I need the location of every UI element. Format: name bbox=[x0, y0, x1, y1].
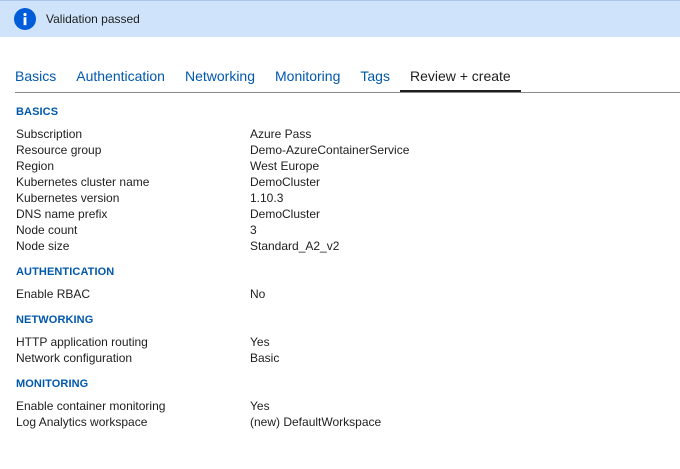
summary-row: Enable RBAC No bbox=[16, 286, 656, 302]
section-title-basics: BASICS bbox=[16, 106, 59, 118]
summary-row: Log Analytics workspace (new) DefaultWor… bbox=[16, 414, 656, 430]
summary-row: Kubernetes version 1.10.3 bbox=[16, 190, 656, 206]
section-title-authentication: AUTHENTICATION bbox=[16, 266, 115, 278]
tab-tags[interactable]: Tags bbox=[350, 64, 400, 92]
row-value: 1.10.3 bbox=[250, 191, 284, 205]
row-label: Node size bbox=[16, 239, 70, 253]
summary-row: Node count 3 bbox=[16, 222, 656, 238]
row-value: (new) DefaultWorkspace bbox=[250, 415, 382, 429]
summary-row: Region West Europe bbox=[16, 158, 656, 174]
section-title-networking: NETWORKING bbox=[16, 314, 94, 326]
row-label: DNS name prefix bbox=[16, 207, 108, 221]
tab-authentication[interactable]: Authentication bbox=[66, 64, 175, 92]
row-label: Kubernetes version bbox=[16, 191, 120, 205]
summary-row: Kubernetes cluster name DemoCluster bbox=[16, 174, 656, 190]
row-label: Node count bbox=[16, 223, 78, 237]
summary-row: Resource group Demo-AzureContainerServic… bbox=[16, 142, 656, 158]
tab-review-create[interactable]: Review + create bbox=[399, 64, 521, 92]
row-label: Kubernetes cluster name bbox=[16, 175, 150, 189]
banner-message: Validation passed bbox=[46, 12, 140, 26]
row-label: HTTP application routing bbox=[16, 335, 148, 349]
row-value: DemoCluster bbox=[250, 175, 321, 189]
info-icon bbox=[14, 8, 36, 30]
row-value: DemoCluster bbox=[250, 207, 321, 221]
summary-row: Enable container monitoring Yes bbox=[16, 398, 656, 414]
section-title-monitoring: MONITORING bbox=[16, 378, 89, 390]
summary-row: Subscription Azure Pass bbox=[16, 126, 656, 142]
row-label: Subscription bbox=[16, 127, 83, 141]
tab-bar: Basics Authentication Networking Monitor… bbox=[15, 64, 680, 93]
row-value: Basic bbox=[250, 351, 280, 365]
tab-monitoring[interactable]: Monitoring bbox=[265, 64, 350, 92]
row-value: Yes bbox=[250, 399, 270, 413]
row-label: Resource group bbox=[16, 143, 102, 157]
row-value: West Europe bbox=[250, 159, 320, 173]
row-value: Azure Pass bbox=[250, 127, 312, 141]
row-label: Region bbox=[16, 159, 55, 173]
row-value: 3 bbox=[250, 223, 257, 237]
tab-basics[interactable]: Basics bbox=[5, 64, 66, 92]
tab-networking[interactable]: Networking bbox=[175, 64, 265, 92]
row-value: No bbox=[250, 287, 266, 301]
summary-row: Node size Standard_A2_v2 bbox=[16, 238, 656, 254]
row-label: Log Analytics workspace bbox=[16, 415, 148, 429]
summary-row: HTTP application routing Yes bbox=[16, 334, 656, 350]
summary-row: DNS name prefix DemoCluster bbox=[16, 206, 656, 222]
row-label: Enable container monitoring bbox=[16, 399, 166, 413]
summary-row: Network configuration Basic bbox=[16, 350, 656, 366]
row-value: Standard_A2_v2 bbox=[250, 239, 340, 253]
row-value: Demo-AzureContainerService bbox=[250, 143, 410, 157]
validation-banner: Validation passed bbox=[0, 0, 680, 37]
row-value: Yes bbox=[250, 335, 270, 349]
review-summary: BASICS Subscription Azure Pass Resource … bbox=[16, 104, 656, 430]
row-label: Network configuration bbox=[16, 351, 133, 365]
row-label: Enable RBAC bbox=[16, 287, 91, 301]
